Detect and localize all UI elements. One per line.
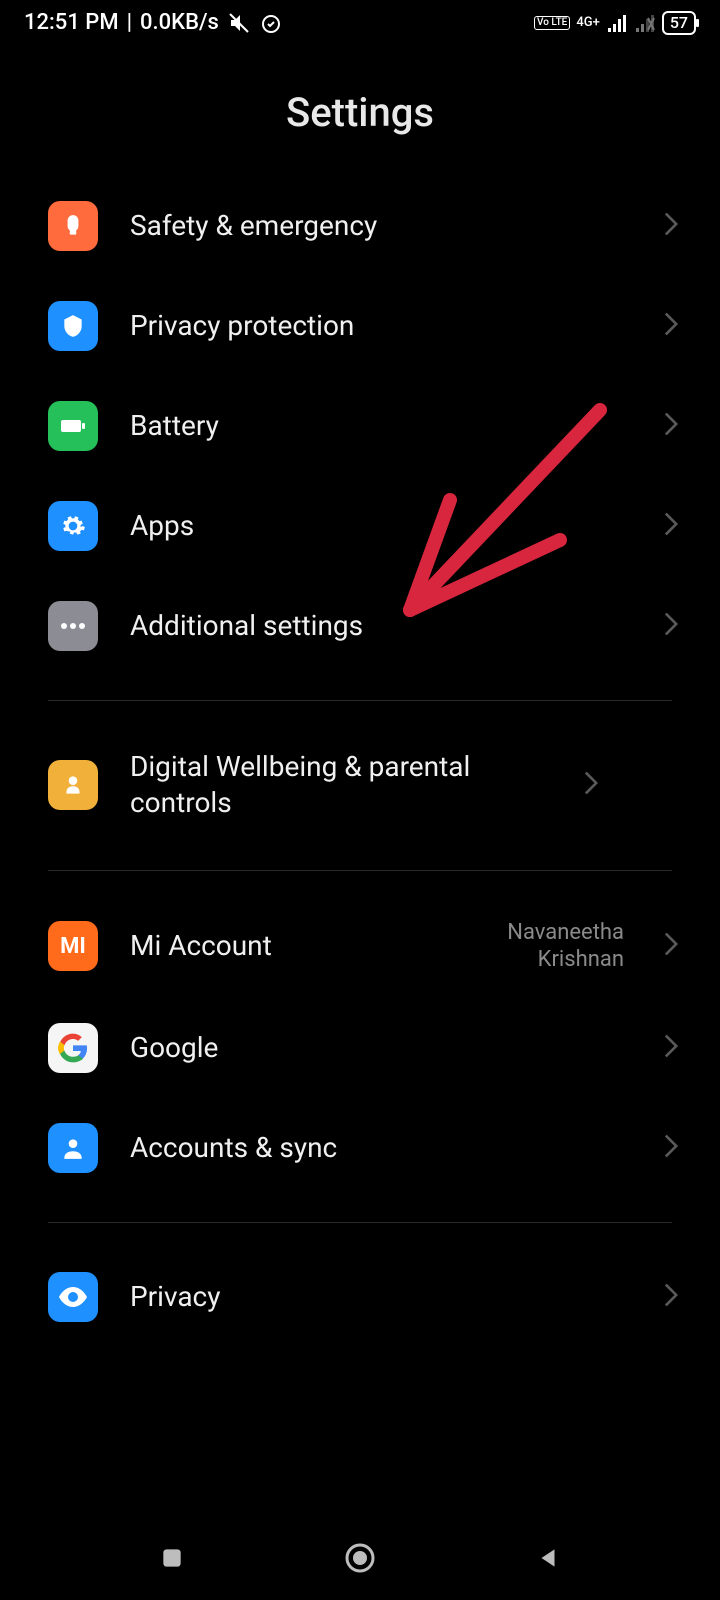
chevron-right-icon: [662, 931, 680, 961]
item-label: Accounts & sync: [130, 1130, 630, 1166]
chevron-right-icon: [582, 770, 600, 800]
status-data-rate: 0.0KB/s: [140, 10, 219, 35]
google-icon: [48, 1023, 98, 1073]
shield-icon: [48, 301, 98, 351]
chevron-right-icon: [662, 1133, 680, 1163]
alarm-icon: [259, 11, 283, 35]
item-label: Privacy protection: [130, 308, 630, 344]
mute-icon: [227, 11, 251, 35]
item-additional-settings[interactable]: Additional settings: [0, 576, 720, 676]
status-time: 12:51 PM: [24, 10, 119, 35]
status-bar: 12:51 PM | 0.0KB/s Vo LTE 4G+ 57: [0, 0, 720, 41]
chevron-right-icon: [662, 411, 680, 441]
item-label: Additional settings: [130, 608, 630, 644]
item-label: Safety & emergency: [130, 208, 630, 244]
item-label: Apps: [130, 508, 630, 544]
page-title: Settings: [0, 89, 720, 136]
nav-back-button[interactable]: [535, 1545, 561, 1575]
chevron-right-icon: [662, 511, 680, 541]
mi-logo-icon: MI: [48, 921, 98, 971]
item-google[interactable]: Google: [0, 998, 720, 1098]
divider: [48, 870, 672, 871]
settings-list: Safety & emergency Privacy protection Ba…: [0, 176, 720, 1347]
chevron-right-icon: [662, 211, 680, 241]
nav-home-button[interactable]: [343, 1541, 377, 1579]
battery-icon: 57: [662, 11, 696, 35]
item-label: Mi Account: [130, 928, 475, 964]
wellbeing-icon: [48, 760, 98, 810]
item-value: Navaneetha Krishnan: [507, 919, 624, 974]
item-mi-account[interactable]: MI Mi Account Navaneetha Krishnan: [0, 895, 720, 998]
signal-sim1-icon: [606, 14, 628, 32]
chevron-right-icon: [662, 1033, 680, 1063]
item-label: Digital Wellbeing & parental controls: [130, 749, 550, 822]
item-label: Google: [130, 1030, 630, 1066]
battery-icon: [48, 401, 98, 451]
system-nav-bar: [0, 1520, 720, 1600]
eye-icon: [48, 1272, 98, 1322]
item-accounts-sync[interactable]: Accounts & sync: [0, 1098, 720, 1198]
divider: [48, 700, 672, 701]
item-label: Battery: [130, 408, 630, 444]
network-type: 4G+: [576, 15, 599, 30]
person-icon: [48, 1123, 98, 1173]
status-separator: |: [127, 10, 132, 35]
item-privacy[interactable]: Privacy: [0, 1247, 720, 1347]
item-label: Privacy: [130, 1279, 630, 1315]
nav-recent-button[interactable]: [159, 1545, 185, 1575]
chevron-right-icon: [662, 611, 680, 641]
item-safety-emergency[interactable]: Safety & emergency: [0, 176, 720, 276]
chevron-right-icon: [662, 311, 680, 341]
dots-icon: [48, 601, 98, 651]
item-digital-wellbeing[interactable]: Digital Wellbeing & parental controls: [0, 725, 720, 846]
item-apps[interactable]: Apps: [0, 476, 720, 576]
volte-icon: Vo LTE: [534, 16, 570, 30]
gear-icon: [48, 501, 98, 551]
chevron-right-icon: [662, 1282, 680, 1312]
divider: [48, 1222, 672, 1223]
signal-sim2-icon: [634, 14, 656, 32]
safety-icon: [48, 201, 98, 251]
item-battery[interactable]: Battery: [0, 376, 720, 476]
status-right: Vo LTE 4G+ 57: [534, 11, 696, 35]
status-left: 12:51 PM | 0.0KB/s: [24, 10, 283, 35]
page-header: Settings: [0, 41, 720, 176]
item-privacy-protection[interactable]: Privacy protection: [0, 276, 720, 376]
